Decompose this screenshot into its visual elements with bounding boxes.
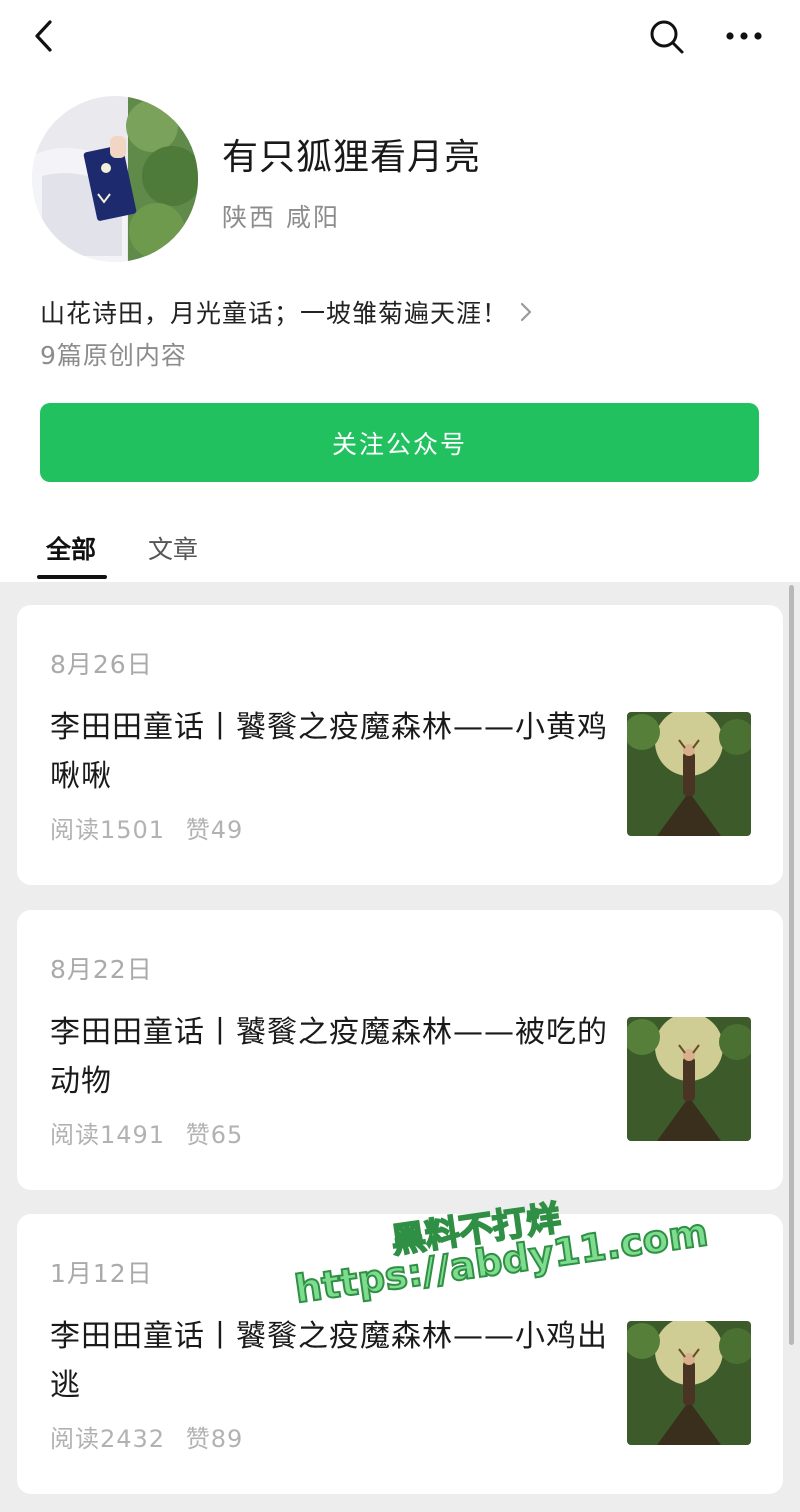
more-icon[interactable] [722,18,766,54]
like-count: 赞65 [185,1121,244,1149]
article-date: 8月22日 [50,955,153,984]
avatar-image [32,96,198,262]
article-title[interactable]: 李田田童话丨饕餮之疫魔森林——被吃的动物 [50,1008,610,1106]
original-content-count: 9篇原创内容 [40,341,187,370]
article-thumbnail[interactable] [627,1321,751,1445]
like-count: 赞89 [185,1425,244,1453]
avatar[interactable] [32,96,198,262]
article-date: 1月12日 [50,1259,153,1288]
back-icon[interactable] [28,16,60,56]
article-stats: 阅读1491 赞65 [50,1115,255,1150]
article-card[interactable]: 8月26日 李田田童话丨饕餮之疫魔森林——小黄鸡啾啾 阅读1501 赞49 [17,605,783,885]
read-count: 阅读1491 [50,1121,166,1149]
article-thumbnail[interactable] [627,1017,751,1141]
thumbnail-image [627,712,751,836]
article-card[interactable]: 8月22日 李田田童话丨饕餮之疫魔森林——被吃的动物 阅读1491 赞65 [17,910,783,1190]
tab-all[interactable]: 全部 [46,530,96,566]
active-tab-indicator [37,575,107,579]
read-count: 阅读1501 [50,816,166,844]
article-thumbnail[interactable] [627,712,751,836]
thumbnail-image [627,1321,751,1445]
article-title[interactable]: 李田田童话丨饕餮之疫魔森林——小鸡出逃 [50,1312,610,1410]
tab-bar: 全部 文章 [0,520,800,582]
scrollbar[interactable] [789,585,794,1345]
like-count: 赞49 [185,816,244,844]
chevron-right-icon [520,302,532,322]
account-description: 山花诗田，月光童话；一坡雏菊遍天涯！ [40,299,509,328]
article-stats: 阅读2432 赞89 [50,1419,255,1454]
account-description-row[interactable]: 山花诗田，月光童话；一坡雏菊遍天涯！ [40,292,534,332]
thumbnail-image [627,1017,751,1141]
article-date: 8月26日 [50,650,153,679]
article-stats: 阅读1501 赞49 [50,810,255,845]
article-title[interactable]: 李田田童话丨饕餮之疫魔森林——小黄鸡啾啾 [50,703,610,801]
tab-articles[interactable]: 文章 [148,530,198,566]
top-bar [0,0,800,72]
follow-button[interactable]: 关注公众号 [40,403,759,482]
read-count: 阅读2432 [50,1425,166,1453]
account-location: 陕西 咸阳 [222,203,340,232]
search-icon[interactable] [646,16,686,56]
article-card[interactable]: 1月12日 李田田童话丨饕餮之疫魔森林——小鸡出逃 阅读2432 赞89 [17,1214,783,1494]
account-name: 有只狐狸看月亮 [222,137,482,178]
